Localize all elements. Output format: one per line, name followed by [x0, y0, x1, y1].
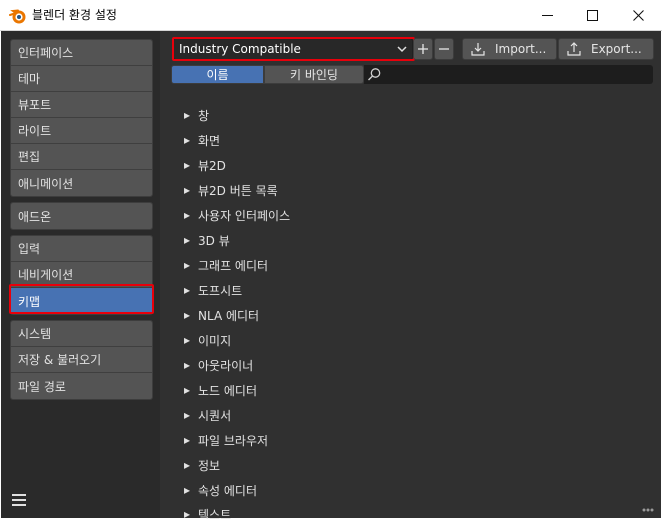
preferences-sidebar: 인터페이스 테마 뷰포트 라이트 편집 애니메이션 애드온 입력 네비게이션 키… [1, 31, 160, 518]
export-button[interactable]: Export... [558, 38, 654, 60]
sidebar-item-file-paths[interactable]: 파일 경로 [11, 373, 152, 399]
blender-logo-icon [9, 9, 26, 24]
expand-triangle-icon: ▸ [184, 183, 191, 197]
add-preset-button[interactable] [413, 38, 433, 60]
expand-triangle-icon: ▸ [184, 333, 191, 347]
expand-triangle-icon: ▸ [184, 283, 191, 297]
tree-item-nla-editor[interactable]: ▸ NLA 에디터 [184, 306, 259, 324]
tree-item-label: 파일 브라우저 [198, 433, 269, 448]
minimize-button[interactable] [524, 0, 570, 31]
tree-item-label: 속성 에디터 [198, 483, 258, 498]
chevron-down-icon [397, 46, 407, 53]
tree-item-label: 이미지 [198, 333, 232, 348]
expand-triangle-icon: ▸ [184, 458, 191, 472]
sidebar-item-interface[interactable]: 인터페이스 [11, 40, 152, 66]
resize-grip-icon[interactable] [641, 505, 655, 515]
remove-preset-button[interactable] [434, 38, 454, 60]
sidebar-item-navigation[interactable]: 네비게이션 [11, 262, 152, 288]
nav-group-addons: 애드온 [10, 202, 153, 230]
import-label: Import... [495, 42, 547, 56]
import-button[interactable]: Import... [462, 38, 557, 60]
sidebar-item-themes[interactable]: 테마 [11, 66, 152, 92]
expand-triangle-icon: ▸ [184, 433, 191, 447]
export-icon [567, 42, 581, 56]
maximize-button[interactable] [569, 0, 615, 31]
expand-triangle-icon: ▸ [184, 308, 191, 322]
tree-item-3d-view[interactable]: ▸ 3D 뷰 [184, 231, 230, 249]
tree-item-label: 노드 에디터 [198, 383, 258, 398]
sidebar-item-addons[interactable]: 애드온 [11, 203, 152, 229]
sidebar-item-animation[interactable]: 애니메이션 [11, 170, 152, 196]
title-bar: 블렌더 환경 설정 [0, 0, 662, 31]
tree-item-image[interactable]: ▸ 이미지 [184, 331, 231, 349]
tree-item-label: 3D 뷰 [198, 233, 230, 248]
keymap-search-input[interactable] [364, 65, 653, 84]
plus-icon [418, 44, 428, 54]
preferences-app: 인터페이스 테마 뷰포트 라이트 편집 애니메이션 애드온 입력 네비게이션 키… [1, 31, 661, 519]
tree-item-info[interactable]: ▸ 정보 [184, 456, 220, 474]
tree-item-property-editor[interactable]: ▸ 속성 에디터 [184, 481, 257, 499]
sidebar-item-viewport[interactable]: 뷰포트 [11, 92, 152, 118]
expand-triangle-icon: ▸ [184, 408, 191, 422]
expand-triangle-icon: ▸ [184, 208, 191, 222]
tree-item-sequencer[interactable]: ▸ 시퀀서 [184, 406, 231, 424]
sidebar-item-system[interactable]: 시스템 [11, 321, 152, 347]
close-icon [632, 10, 644, 21]
filter-by-name-toggle[interactable]: 이름 [171, 65, 264, 84]
nav-group-system: 시스템 저장 & 불러오기 파일 경로 [10, 320, 153, 400]
minus-icon [439, 48, 449, 50]
tree-item-label: NLA 에디터 [198, 308, 260, 323]
search-icon [368, 68, 381, 81]
tree-item-label: 도프시트 [198, 283, 243, 298]
expand-triangle-icon: ▸ [184, 108, 191, 122]
tree-item-file-browser[interactable]: ▸ 파일 브라우저 [184, 431, 268, 449]
tree-item-label: 창 [198, 108, 210, 123]
tree-item-label: 시퀀서 [198, 408, 232, 423]
expand-triangle-icon: ▸ [184, 483, 191, 497]
tree-item-label: 텍스트 [198, 507, 232, 519]
tree-item-label: 그래프 에디터 [198, 258, 269, 273]
sidebar-item-keymap[interactable]: 키맵 [11, 288, 152, 314]
nav-group-input: 입력 네비게이션 키맵 [10, 235, 153, 315]
minimize-icon [541, 15, 553, 16]
sidebar-item-input[interactable]: 입력 [11, 236, 152, 262]
tree-item-view2d[interactable]: ▸ 뷰2D [184, 156, 226, 174]
tree-item-label: 사용자 인터페이스 [198, 208, 291, 223]
tree-item-text[interactable]: ▸ 텍스트 [184, 505, 231, 519]
tree-item-view2d-buttons-list[interactable]: ▸ 뷰2D 버튼 목록 [184, 181, 278, 199]
tree-item-graph-editor[interactable]: ▸ 그래프 에디터 [184, 256, 268, 274]
tree-item-label: 뷰2D [198, 158, 226, 173]
close-button[interactable] [615, 0, 661, 31]
tree-item-label: 화면 [198, 133, 221, 148]
keymap-preset-value: Industry Compatible [179, 42, 301, 56]
filter-by-keybinding-toggle[interactable]: 키 바인딩 [264, 65, 364, 84]
tree-item-outliner[interactable]: ▸ 아웃라이너 [184, 356, 253, 374]
tree-item-node-editor[interactable]: ▸ 노드 에디터 [184, 381, 257, 399]
expand-triangle-icon: ▸ [184, 358, 191, 372]
sidebar-item-save-load[interactable]: 저장 & 불러오기 [11, 347, 152, 373]
tree-item-user-interface[interactable]: ▸ 사용자 인터페이스 [184, 206, 290, 224]
keymap-panel: Industry Compatible Import... Export... … [160, 31, 661, 519]
expand-triangle-icon: ▸ [184, 507, 191, 519]
expand-triangle-icon: ▸ [184, 133, 191, 147]
tree-item-window[interactable]: ▸ 창 [184, 106, 209, 124]
hamburger-menu-icon[interactable] [11, 492, 27, 508]
tree-item-screen[interactable]: ▸ 화면 [184, 131, 220, 149]
tree-item-dopesheet[interactable]: ▸ 도프시트 [184, 281, 242, 299]
tree-item-label: 정보 [198, 458, 221, 473]
sidebar-item-lights[interactable]: 라이트 [11, 118, 152, 144]
nav-group-interface: 인터페이스 테마 뷰포트 라이트 편집 애니메이션 [10, 39, 153, 197]
maximize-icon [586, 10, 598, 21]
expand-triangle-icon: ▸ [184, 258, 191, 272]
tree-item-label: 아웃라이너 [198, 358, 254, 373]
expand-triangle-icon: ▸ [184, 158, 191, 172]
expand-triangle-icon: ▸ [184, 383, 191, 397]
sidebar-item-editing[interactable]: 편집 [11, 144, 152, 170]
window-title: 블렌더 환경 설정 [32, 8, 117, 22]
keymap-preset-dropdown[interactable]: Industry Compatible [173, 38, 413, 60]
tree-item-label: 뷰2D 버튼 목록 [198, 183, 278, 198]
export-label: Export... [591, 42, 642, 56]
import-icon [471, 43, 485, 56]
expand-triangle-icon: ▸ [184, 233, 191, 247]
